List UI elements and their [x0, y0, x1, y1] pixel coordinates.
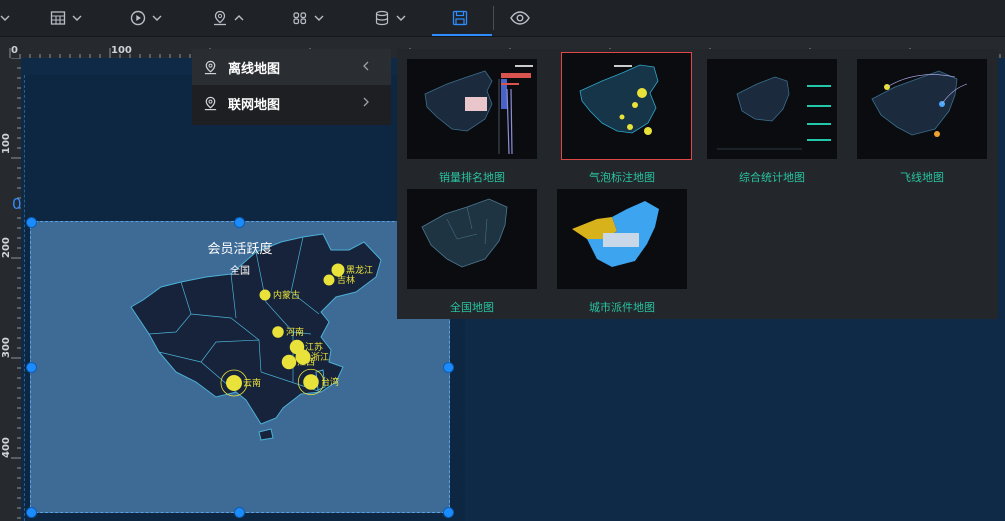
bubble-label: 台湾: [321, 376, 339, 388]
chevron-down-icon: [152, 15, 162, 21]
bubble-point: [303, 374, 319, 390]
hainan-shape: [258, 428, 274, 441]
resize-handle-bottom-right[interactable]: [443, 507, 454, 518]
chevron-down-icon: [72, 15, 82, 21]
map-type-menu: 离线地图 联网地图: [192, 49, 391, 125]
data-source-button[interactable]: [374, 0, 406, 36]
map-tool-button[interactable]: [212, 0, 244, 36]
chevron-right-icon: [363, 97, 369, 107]
map-template-panel: 销量排名地图 气泡标注地图 综合统计地图 飞线地图 全国地图 城市派件地图: [397, 49, 998, 319]
ruler-label: 100: [111, 45, 132, 56]
ruler-label: 0: [11, 45, 18, 56]
bubble-point: [281, 354, 297, 370]
origin-label: 0: [12, 195, 22, 213]
bubble-point: [226, 375, 242, 391]
map-title: 会员活跃度: [207, 242, 273, 257]
map-pin-icon: [214, 10, 226, 26]
thumbnail-preview: [572, 201, 659, 267]
thumbnail-label: 综合统计地图: [739, 171, 805, 184]
thumbnail-label: 飞线地图: [900, 171, 944, 184]
map-pin-icon: [204, 96, 217, 110]
thumbnail-preview: [871, 70, 968, 137]
menu-item-online-map[interactable]: 联网地图: [192, 85, 391, 121]
thumbnail-sales-ranking-map[interactable]: [407, 59, 537, 159]
bubble-label: 江西: [297, 357, 315, 368]
thumbnail-stats-map[interactable]: [707, 59, 837, 159]
thumbnail-national-map[interactable]: [407, 189, 537, 289]
grid-icon: [293, 12, 307, 25]
chevron-down-icon: [396, 15, 406, 21]
menu-item-label: 离线地图: [228, 61, 281, 77]
active-tab-indicator: [432, 34, 492, 36]
menu-item-label: 联网地图: [228, 97, 281, 113]
chevron-left-icon: [363, 61, 369, 71]
ruler-label: 300: [1, 337, 12, 358]
save-icon: [452, 10, 468, 26]
thumbnail-label: 城市派件地图: [589, 301, 655, 314]
database-icon: [375, 10, 389, 26]
component-tool-button[interactable]: [292, 0, 324, 36]
top-toolbar: [0, 0, 1005, 37]
bubble-label: 云南: [243, 377, 261, 389]
save-button[interactable]: [452, 0, 468, 36]
thumbnail-preview: [424, 65, 533, 155]
table-tool-button[interactable]: [50, 0, 82, 36]
ruler-label: 100: [1, 133, 12, 154]
bubble-label: 内蒙古: [273, 289, 300, 301]
chevron-down-icon: [314, 15, 324, 21]
collapse-chevron[interactable]: [0, 0, 10, 36]
chevron-up-icon: [234, 15, 244, 21]
bubble-label: 河南: [286, 326, 304, 338]
eye-icon: [510, 11, 530, 25]
bubble-point: [259, 289, 271, 301]
thumbnail-city-delivery-map[interactable]: [557, 189, 687, 289]
bubble-map-widget[interactable]: 黑龙江 吉林 内蒙古 河南 江苏 浙江 江西 云南 台湾 会员活跃度 全国: [30, 221, 450, 513]
map-subtitle: 全国: [230, 266, 250, 277]
menu-item-offline-map[interactable]: 离线地图: [192, 49, 391, 85]
thumbnail-preview: [579, 64, 659, 135]
ruler-label: 400: [1, 437, 12, 458]
thumbnail-label: 气泡标注地图: [589, 171, 655, 184]
thumbnail-label: 销量排名地图: [439, 171, 505, 184]
resize-handle-right[interactable]: [443, 362, 454, 373]
preview-button[interactable]: [510, 0, 530, 36]
thumbnail-preview: [421, 198, 508, 268]
resize-handle-top-left[interactable]: [26, 217, 37, 228]
table-icon: [50, 11, 66, 25]
toolbar-divider: [493, 6, 494, 30]
vertical-ruler: 100 200 300 400: [0, 58, 21, 521]
ruler-label: 200: [1, 237, 12, 258]
thumbnail-bubble-map[interactable]: [561, 52, 692, 160]
map-pin-icon: [204, 60, 217, 74]
bubble-point: [272, 326, 284, 338]
thumbnail-preview: [717, 76, 831, 150]
media-tool-button[interactable]: [130, 0, 162, 36]
chevron-down-icon: [0, 15, 10, 21]
thumbnail-label: 全国地图: [450, 301, 494, 314]
thumbnail-flyline-map[interactable]: [857, 59, 987, 159]
resize-handle-left[interactable]: [26, 362, 37, 373]
resize-handle-bottom[interactable]: [234, 507, 245, 518]
resize-handle-top[interactable]: [234, 217, 245, 228]
resize-handle-bottom-left[interactable]: [26, 507, 37, 518]
play-icon: [130, 10, 146, 26]
